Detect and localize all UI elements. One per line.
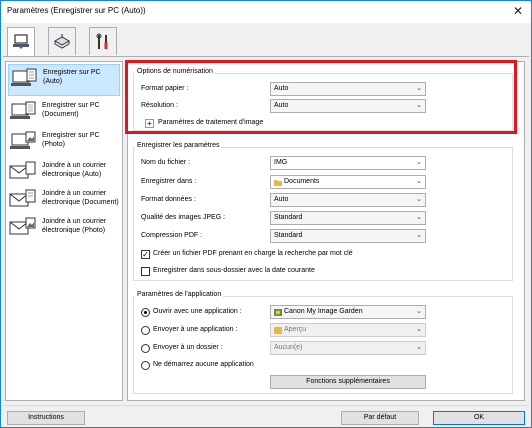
chevron-down-icon: ⌄ (416, 232, 422, 239)
tab-scan-from-computer[interactable] (7, 27, 35, 56)
tab-bar (1, 23, 531, 56)
preview-app-icon (274, 327, 282, 334)
save-settings-title: Enregistrer les paramètres (135, 142, 222, 149)
sidebar-item-label: Joindre à un courrier électronique (Phot… (42, 218, 107, 234)
sidebar-item-label: Enregistrer sur PC (Photo) (42, 132, 100, 148)
jpeg-quality-value: Standard (274, 214, 303, 221)
chevron-down-icon: ⌄ (416, 196, 422, 203)
subfolder-checkbox[interactable] (141, 267, 150, 276)
no-app-label: Ne démarrez aucune application (153, 361, 254, 368)
more-functions-button[interactable]: Fonctions supplémentaires (270, 375, 426, 389)
save-to-pc-photo-icon (10, 131, 36, 149)
email-photo-icon (9, 217, 36, 235)
subfolder-label: Enregistrer dans sous-dossier avec la da… (153, 267, 315, 274)
chevron-down-icon: ⌄ (416, 326, 422, 333)
sidebar-item-label: Enregistrer sur PC (Document) (42, 102, 100, 118)
data-format-label: Format données : (141, 196, 196, 203)
sidebar-item-save-pc-document[interactable]: Enregistrer sur PC (Document) (8, 98, 120, 130)
ok-button[interactable]: OK (433, 411, 525, 425)
searchable-pdf-label: Créer un fichier PDF prenant en charge l… (153, 250, 353, 257)
scan-to-pc-icon (13, 34, 29, 49)
sidebar-item-label: Joindre à un courrier électronique (Docu… (42, 190, 119, 206)
window-title: Paramètres (Enregistrer sur PC (Auto)) (7, 6, 146, 15)
tools-icon (96, 33, 108, 49)
filename-label: Nom du fichier : (141, 159, 191, 166)
filename-value: IMG (274, 159, 288, 166)
email-document-icon (9, 189, 36, 207)
jpeg-quality-select[interactable]: Standard ⌄ (270, 211, 426, 225)
scan-mode-list: Enregistrer sur PC (Auto) Enregistrer su… (5, 61, 123, 401)
sidebar-item-save-pc-photo[interactable]: Enregistrer sur PC (Photo) (8, 128, 120, 160)
settings-window: Paramètres (Enregistrer sur PC (Auto)) ✕ (0, 0, 532, 428)
app-settings-title: Paramètres de l'application (135, 291, 224, 298)
send-to-app-label: Envoyer à une application : (153, 326, 238, 333)
chevron-down-icon: ⌄ (416, 308, 422, 315)
open-with-app-select[interactable]: Canon My Image Garden ⌄ (270, 305, 426, 319)
pdf-compression-select[interactable]: Standard ⌄ (270, 229, 426, 243)
sidebar-item-label: Enregistrer sur PC (Auto) (43, 69, 101, 85)
sidebar-item-label: Joindre à un courrier électronique (Auto… (42, 162, 107, 178)
email-auto-icon (9, 161, 36, 179)
sidebar-item-save-pc-auto[interactable]: Enregistrer sur PC (Auto) (8, 64, 120, 96)
tab-divider (3, 56, 529, 57)
jpeg-quality-label: Qualité des images JPEG : (141, 214, 226, 221)
send-to-folder-select[interactable]: Aucun(e) ⌄ (270, 341, 426, 355)
pdf-compression-label: Compression PDF : (141, 232, 203, 239)
my-image-garden-icon (274, 309, 282, 316)
searchable-pdf-checkbox[interactable]: ✓ (141, 250, 150, 259)
tab-scanner-settings[interactable] (48, 27, 76, 55)
no-app-radio[interactable] (141, 361, 150, 370)
instructions-button[interactable]: Instructions (7, 411, 85, 425)
close-icon[interactable]: ✕ (511, 4, 525, 18)
pdf-compression-value: Standard (274, 232, 303, 239)
data-format-select[interactable]: Auto ⌄ (270, 193, 426, 207)
save-in-select[interactable]: Documents ⌄ (270, 175, 426, 189)
send-to-app-select[interactable]: Aperçu ⌄ (270, 323, 426, 337)
send-to-app-radio[interactable] (141, 326, 150, 335)
defaults-button[interactable]: Par défaut (341, 411, 419, 425)
highlight-box (125, 60, 517, 134)
scanner-icon (53, 33, 71, 49)
folder-icon (274, 180, 282, 186)
chevron-down-icon: ⌄ (416, 344, 422, 351)
data-format-value: Auto (274, 196, 289, 203)
tab-general-settings[interactable] (89, 27, 117, 55)
send-to-folder-value: Aucun(e) (274, 344, 303, 351)
sidebar-item-email-photo[interactable]: Joindre à un courrier électronique (Phot… (8, 214, 120, 250)
save-to-pc-document-icon (10, 101, 36, 119)
chevron-down-icon: ⌄ (416, 178, 422, 185)
filename-combo[interactable]: IMG ⌄ (270, 156, 426, 170)
open-with-app-radio[interactable] (141, 308, 150, 317)
open-with-app-value: Canon My Image Garden (284, 308, 363, 315)
open-with-app-label: Ouvrir avec une application : (153, 308, 242, 315)
save-to-pc-auto-icon (11, 68, 37, 86)
send-to-folder-radio[interactable] (141, 344, 150, 353)
footer-divider (3, 405, 529, 406)
chevron-down-icon: ⌄ (416, 214, 422, 221)
title-bar: Paramètres (Enregistrer sur PC (Auto)) ✕ (1, 1, 531, 23)
chevron-down-icon: ⌄ (416, 159, 422, 166)
save-in-label: Enregistrer dans : (141, 178, 197, 185)
send-to-folder-label: Envoyer à un dossier : (153, 344, 223, 351)
